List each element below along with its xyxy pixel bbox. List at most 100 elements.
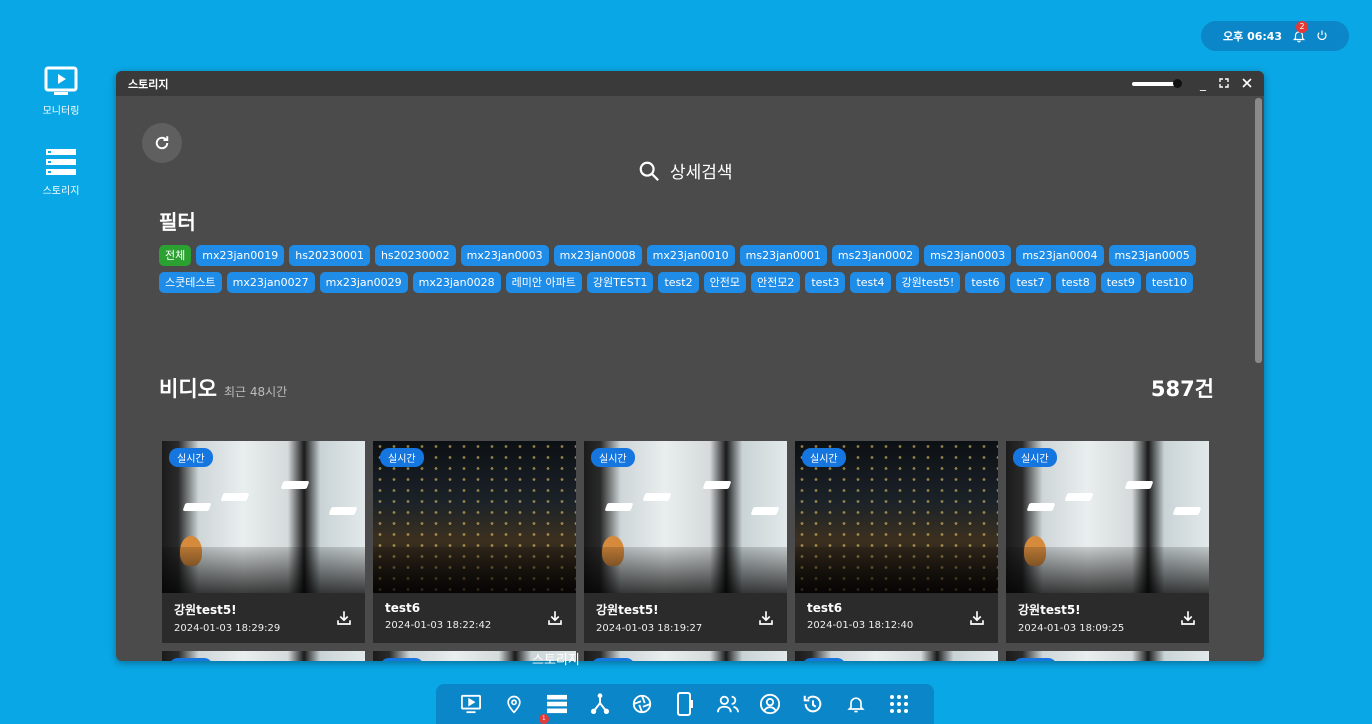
filter-chip[interactable]: mx23jan0008	[553, 245, 642, 266]
filter-chip[interactable]: mx23jan0027	[226, 272, 315, 293]
video-date: 2024-01-03 18:12:40	[807, 620, 914, 631]
video-card[interactable]: 실시간 test6 2024-01-03 18:22:42	[373, 441, 576, 643]
download-button[interactable]	[757, 609, 775, 631]
live-badge: 실시간	[169, 448, 213, 467]
filter-chip[interactable]: 스쿳테스트	[159, 272, 222, 293]
filter-chip[interactable]: test3	[805, 272, 846, 293]
filter-chip[interactable]: ms23jan0001	[739, 245, 827, 266]
dock-notifications[interactable]	[844, 692, 868, 716]
video-card[interactable]: 실시간강원test5! 2024-01-03 18:29:29	[162, 441, 365, 643]
opacity-slider[interactable]	[1132, 78, 1182, 88]
thumbnail-shade	[584, 547, 787, 593]
download-button[interactable]	[546, 609, 564, 631]
filter-chip[interactable]: 강원test5!	[895, 272, 961, 293]
video-card[interactable]: 실시간	[584, 651, 787, 661]
filter-chip[interactable]: ms23jan0005	[1108, 245, 1196, 266]
thumbnail-shade	[162, 547, 365, 593]
video-card[interactable]: 실시간 test6 2024-01-03 18:12:40	[795, 441, 998, 643]
thumbnail-ceiling-light	[182, 503, 212, 511]
close-button[interactable]	[1242, 77, 1252, 91]
minimize-button[interactable]: _	[1200, 77, 1206, 91]
maximize-button[interactable]	[1219, 77, 1229, 91]
advanced-search-label: 상세검색	[670, 163, 733, 183]
filter-chip[interactable]: mx23jan0019	[196, 245, 285, 266]
filter-chip[interactable]: 안전모2	[750, 272, 801, 293]
filter-chip[interactable]: mx23jan0010	[646, 245, 735, 266]
dock-location[interactable]	[502, 692, 526, 716]
video-name: 강원test5!	[596, 603, 659, 617]
account-icon	[760, 693, 781, 715]
thumbnail-ceiling-light	[642, 493, 672, 501]
video-card[interactable]: 실시간 강원test5! 2024-01-03 18:09:25	[1006, 441, 1209, 643]
search-icon	[639, 161, 659, 181]
thumbnail-ceiling-light	[702, 481, 732, 489]
video-date: 2024-01-03 18:29:29	[174, 623, 281, 634]
filter-chip[interactable]: 강원TEST1	[586, 272, 654, 293]
live-badge: 실시간	[591, 658, 635, 661]
filter-chip[interactable]: test4	[850, 272, 891, 293]
desktop-monitoring-shortcut[interactable]: 모니터링	[38, 66, 84, 117]
dock-monitoring[interactable]	[459, 692, 483, 716]
download-button[interactable]	[1179, 609, 1197, 631]
download-button[interactable]	[968, 609, 986, 631]
filter-chip[interactable]: hs20230001	[289, 245, 370, 266]
filter-chip[interactable]: mx23jan0003	[460, 245, 549, 266]
download-button[interactable]	[335, 609, 353, 631]
history-icon	[803, 695, 822, 713]
filter-chip[interactable]: test10	[1145, 272, 1193, 293]
dock-tooltip: 스토리지	[532, 653, 580, 668]
desktop-storage-label: 스토리지	[42, 186, 80, 197]
video-date: 2024-01-03 18:09:25	[1018, 623, 1125, 634]
power-button[interactable]	[1316, 29, 1328, 44]
filter-chip[interactable]: 전체	[159, 245, 192, 266]
dock-device[interactable]	[673, 692, 697, 716]
refresh-button[interactable]	[142, 123, 182, 163]
filter-chip[interactable]: test2	[658, 272, 699, 293]
thumbnail-ceiling-light	[328, 507, 358, 515]
window-titlebar[interactable]: 스토리지 _	[116, 71, 1264, 96]
notification-badge: 2	[1296, 21, 1309, 33]
window-title: 스토리지	[128, 77, 169, 91]
dock-account[interactable]	[758, 692, 782, 716]
video-card[interactable]: 실시간 강원test5! 2024-01-03 18:19:27	[584, 441, 787, 643]
video-card[interactable]: 실시간	[795, 651, 998, 661]
video-card[interactable]: 실시간	[1006, 651, 1209, 661]
network-icon	[590, 693, 609, 714]
filter-chip[interactable]: ms23jan0003	[924, 245, 1012, 266]
video-card-info: 강원test5! 2024-01-03 18:29:29	[162, 593, 365, 643]
download-icon	[759, 611, 773, 625]
filter-chip[interactable]: test9	[1100, 272, 1141, 293]
filter-chip[interactable]: test7	[1010, 272, 1051, 293]
live-badge: 실시간	[169, 658, 213, 661]
filter-chip[interactable]: 안전모	[703, 272, 746, 293]
filter-chip[interactable]: test8	[1055, 272, 1096, 293]
advanced-search-button[interactable]: 상세검색	[638, 158, 733, 183]
filter-chip[interactable]: mx23jan0029	[319, 272, 408, 293]
aperture-icon	[633, 694, 652, 714]
filter-chip-list: 전체 mx23jan0019 hs20230001 hs20230002 mx23jan…	[159, 245, 1219, 293]
filter-chip[interactable]: ms23jan0004	[1016, 245, 1104, 266]
close-icon	[1242, 77, 1252, 88]
filter-chip[interactable]: test6	[965, 272, 1006, 293]
dock-users[interactable]	[716, 692, 740, 716]
filter-chip[interactable]: mx23jan0028	[412, 272, 501, 293]
dock-history[interactable]	[801, 692, 825, 716]
dock-apps[interactable]	[887, 692, 911, 716]
filter-chip[interactable]: hs20230002	[374, 245, 456, 266]
thumbnail-ceiling-light	[1064, 493, 1094, 501]
dock-storage[interactable]: 1	[538, 692, 569, 724]
thumbnail-ceiling-light	[220, 493, 250, 501]
scrollbar-thumb[interactable]	[1255, 98, 1262, 363]
video-grid: 실시간 강원test5! 2024-01-03 18:29:29 실시간 test6 20…	[162, 441, 1212, 661]
video-date: 2024-01-03 18:19:27	[596, 623, 703, 634]
dock-network[interactable]	[588, 692, 612, 716]
notification-button[interactable]: 2	[1292, 21, 1309, 43]
filter-chip[interactable]: ms23jan0002	[831, 245, 920, 266]
dock-camera[interactable]	[630, 692, 654, 716]
desktop-storage-shortcut[interactable]: 스토리지	[38, 148, 84, 197]
video-name: 강원test5!	[1018, 603, 1081, 617]
video-card[interactable]: 실시간	[162, 651, 365, 661]
filter-chip[interactable]: 레미안 아파트	[505, 272, 582, 293]
apps-grid-icon	[889, 695, 908, 713]
download-icon	[337, 611, 351, 625]
